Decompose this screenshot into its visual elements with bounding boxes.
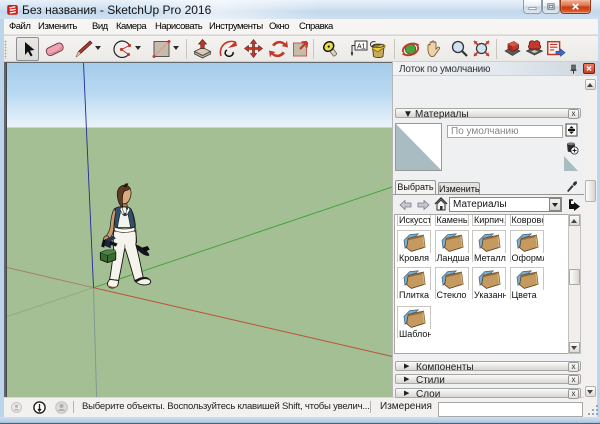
svg-text:A1: A1	[357, 44, 366, 51]
